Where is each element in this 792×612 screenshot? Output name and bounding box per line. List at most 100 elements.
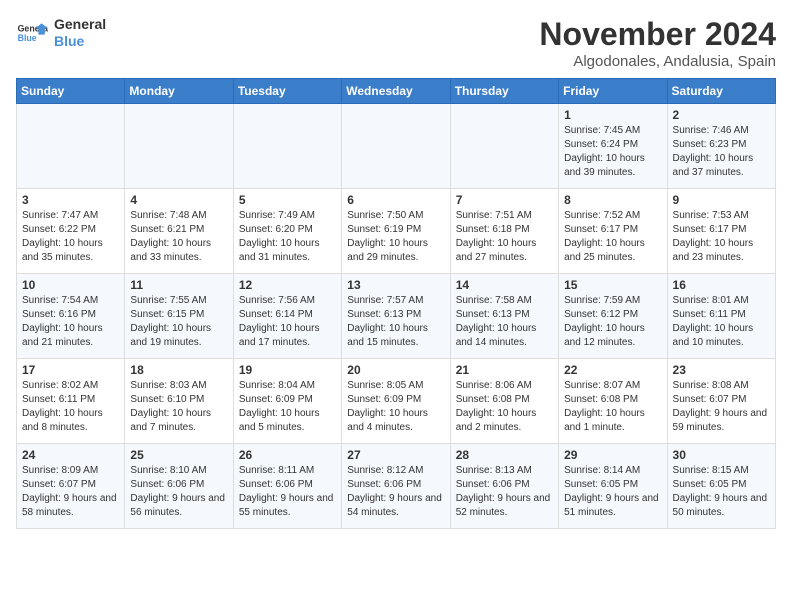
week-row-5: 24 Sunrise: 8:09 AM Sunset: 6:07 PM Dayli… bbox=[17, 444, 776, 529]
calendar-cell: 6 Sunrise: 7:50 AM Sunset: 6:19 PM Daylig… bbox=[342, 189, 450, 274]
calendar-cell: 10 Sunrise: 7:54 AM Sunset: 6:16 PM Dayli… bbox=[17, 274, 125, 359]
calendar-cell: 16Sunrise: 8:01 AM Sunset: 6:11 PM Dayli… bbox=[667, 274, 775, 359]
calendar-cell: 25 Sunrise: 8:10 AM Sunset: 6:06 PM Dayli… bbox=[125, 444, 233, 529]
day-info: Sunrise: 8:03 AM Sunset: 6:10 PM Dayligh… bbox=[130, 379, 227, 435]
day-number: 25 bbox=[130, 448, 227, 462]
day-info: Sunrise: 8:05 AM Sunset: 6:09 PM Dayligh… bbox=[347, 379, 444, 435]
day-info: Sunrise: 8:15 AM Sunset: 6:05 PM Dayligh… bbox=[673, 464, 770, 520]
day-number: 4 bbox=[130, 193, 227, 207]
day-info: Sunrise: 7:52 AM Sunset: 6:17 PM Dayligh… bbox=[564, 209, 661, 265]
title-block: November 2024 Algodonales, Andalusia, Sp… bbox=[539, 16, 776, 70]
day-info: Sunrise: 7:49 AM Sunset: 6:20 PM Dayligh… bbox=[239, 209, 336, 265]
calendar-cell: 9 Sunrise: 7:53 AM Sunset: 6:17 PM Daylig… bbox=[667, 189, 775, 274]
day-info: Sunrise: 7:59 AM Sunset: 6:12 PM Dayligh… bbox=[564, 294, 661, 350]
day-number: 2 bbox=[673, 108, 770, 122]
day-number: 13 bbox=[347, 278, 444, 292]
logo-blue: Blue bbox=[54, 33, 106, 50]
week-row-1: 1 Sunrise: 7:45 AM Sunset: 6:24 PM Daylig… bbox=[17, 104, 776, 189]
day-number: 23 bbox=[673, 363, 770, 377]
calendar-cell: 30Sunrise: 8:15 AM Sunset: 6:05 PM Dayli… bbox=[667, 444, 775, 529]
day-info: Sunrise: 7:50 AM Sunset: 6:19 PM Dayligh… bbox=[347, 209, 444, 265]
calendar-cell: 7Sunrise: 7:51 AM Sunset: 6:18 PM Daylig… bbox=[450, 189, 558, 274]
header-cell-wednesday: Wednesday bbox=[342, 79, 450, 104]
day-number: 9 bbox=[673, 193, 770, 207]
day-info: Sunrise: 8:06 AM Sunset: 6:08 PM Dayligh… bbox=[456, 379, 553, 435]
week-row-3: 10 Sunrise: 7:54 AM Sunset: 6:16 PM Dayli… bbox=[17, 274, 776, 359]
day-number: 12 bbox=[239, 278, 336, 292]
day-info: Sunrise: 7:56 AM Sunset: 6:14 PM Dayligh… bbox=[239, 294, 336, 350]
calendar-cell: 19 Sunrise: 8:04 AM Sunset: 6:09 PM Dayli… bbox=[233, 359, 341, 444]
day-info: Sunrise: 7:57 AM Sunset: 6:13 PM Dayligh… bbox=[347, 294, 444, 350]
day-info: Sunrise: 7:48 AM Sunset: 6:21 PM Dayligh… bbox=[130, 209, 227, 265]
page-header: General Blue General Blue November 2024 … bbox=[16, 16, 776, 70]
calendar-cell bbox=[125, 104, 233, 189]
calendar-cell: 27Sunrise: 8:12 AM Sunset: 6:06 PM Dayli… bbox=[342, 444, 450, 529]
day-info: Sunrise: 8:10 AM Sunset: 6:06 PM Dayligh… bbox=[130, 464, 227, 520]
calendar-cell: 12 Sunrise: 7:56 AM Sunset: 6:14 PM Dayli… bbox=[233, 274, 341, 359]
day-info: Sunrise: 8:09 AM Sunset: 6:07 PM Dayligh… bbox=[22, 464, 119, 520]
day-number: 20 bbox=[347, 363, 444, 377]
calendar-cell: 20 Sunrise: 8:05 AM Sunset: 6:09 PM Dayli… bbox=[342, 359, 450, 444]
day-number: 6 bbox=[347, 193, 444, 207]
calendar-cell: 4 Sunrise: 7:48 AM Sunset: 6:21 PM Daylig… bbox=[125, 189, 233, 274]
week-row-4: 17 Sunrise: 8:02 AM Sunset: 6:11 PM Dayli… bbox=[17, 359, 776, 444]
day-number: 29 bbox=[564, 448, 661, 462]
header-cell-friday: Friday bbox=[559, 79, 667, 104]
calendar-cell: 2 Sunrise: 7:46 AM Sunset: 6:23 PM Daylig… bbox=[667, 104, 775, 189]
day-info: Sunrise: 8:13 AM Sunset: 6:06 PM Dayligh… bbox=[456, 464, 553, 520]
calendar-cell: 24 Sunrise: 8:09 AM Sunset: 6:07 PM Dayli… bbox=[17, 444, 125, 529]
day-info: Sunrise: 8:14 AM Sunset: 6:05 PM Dayligh… bbox=[564, 464, 661, 520]
calendar-cell: 8 Sunrise: 7:52 AM Sunset: 6:17 PM Daylig… bbox=[559, 189, 667, 274]
header-row: SundayMondayTuesdayWednesdayThursdayFrid… bbox=[17, 79, 776, 104]
calendar-cell: 5 Sunrise: 7:49 AM Sunset: 6:20 PM Daylig… bbox=[233, 189, 341, 274]
calendar-cell: 18Sunrise: 8:03 AM Sunset: 6:10 PM Dayli… bbox=[125, 359, 233, 444]
calendar-cell: 22 Sunrise: 8:07 AM Sunset: 6:08 PM Dayli… bbox=[559, 359, 667, 444]
header-cell-sunday: Sunday bbox=[17, 79, 125, 104]
day-number: 19 bbox=[239, 363, 336, 377]
day-number: 22 bbox=[564, 363, 661, 377]
calendar-cell: 29 Sunrise: 8:14 AM Sunset: 6:05 PM Dayli… bbox=[559, 444, 667, 529]
day-info: Sunrise: 8:04 AM Sunset: 6:09 PM Dayligh… bbox=[239, 379, 336, 435]
calendar-cell: 13 Sunrise: 7:57 AM Sunset: 6:13 PM Dayli… bbox=[342, 274, 450, 359]
logo-icon: General Blue bbox=[16, 17, 48, 49]
day-number: 11 bbox=[130, 278, 227, 292]
day-number: 24 bbox=[22, 448, 119, 462]
day-info: Sunrise: 7:45 AM Sunset: 6:24 PM Dayligh… bbox=[564, 124, 661, 180]
day-number: 17 bbox=[22, 363, 119, 377]
day-number: 8 bbox=[564, 193, 661, 207]
calendar-cell bbox=[233, 104, 341, 189]
day-info: Sunrise: 7:46 AM Sunset: 6:23 PM Dayligh… bbox=[673, 124, 770, 180]
day-info: Sunrise: 8:01 AM Sunset: 6:11 PM Dayligh… bbox=[673, 294, 770, 350]
week-row-2: 3Sunrise: 7:47 AM Sunset: 6:22 PM Daylig… bbox=[17, 189, 776, 274]
day-number: 5 bbox=[239, 193, 336, 207]
day-info: Sunrise: 8:02 AM Sunset: 6:11 PM Dayligh… bbox=[22, 379, 119, 435]
calendar-cell: 14 Sunrise: 7:58 AM Sunset: 6:13 PM Dayli… bbox=[450, 274, 558, 359]
day-info: Sunrise: 7:54 AM Sunset: 6:16 PM Dayligh… bbox=[22, 294, 119, 350]
header-cell-saturday: Saturday bbox=[667, 79, 775, 104]
calendar-cell: 23Sunrise: 8:08 AM Sunset: 6:07 PM Dayli… bbox=[667, 359, 775, 444]
day-info: Sunrise: 7:47 AM Sunset: 6:22 PM Dayligh… bbox=[22, 209, 119, 265]
day-info: Sunrise: 7:55 AM Sunset: 6:15 PM Dayligh… bbox=[130, 294, 227, 350]
day-number: 21 bbox=[456, 363, 553, 377]
calendar-cell: 11 Sunrise: 7:55 AM Sunset: 6:15 PM Dayli… bbox=[125, 274, 233, 359]
day-number: 1 bbox=[564, 108, 661, 122]
calendar-header: SundayMondayTuesdayWednesdayThursdayFrid… bbox=[17, 79, 776, 104]
day-info: Sunrise: 7:58 AM Sunset: 6:13 PM Dayligh… bbox=[456, 294, 553, 350]
day-number: 27 bbox=[347, 448, 444, 462]
header-cell-thursday: Thursday bbox=[450, 79, 558, 104]
calendar-cell: 17 Sunrise: 8:02 AM Sunset: 6:11 PM Dayli… bbox=[17, 359, 125, 444]
logo: General Blue General Blue bbox=[16, 16, 106, 50]
calendar-cell: 3Sunrise: 7:47 AM Sunset: 6:22 PM Daylig… bbox=[17, 189, 125, 274]
calendar-cell: 26Sunrise: 8:11 AM Sunset: 6:06 PM Dayli… bbox=[233, 444, 341, 529]
location: Algodonales, Andalusia, Spain bbox=[539, 53, 776, 70]
svg-text:Blue: Blue bbox=[18, 33, 37, 43]
calendar-cell: 21 Sunrise: 8:06 AM Sunset: 6:08 PM Dayli… bbox=[450, 359, 558, 444]
day-number: 10 bbox=[22, 278, 119, 292]
calendar-cell: 28Sunrise: 8:13 AM Sunset: 6:06 PM Dayli… bbox=[450, 444, 558, 529]
calendar-cell: 15Sunrise: 7:59 AM Sunset: 6:12 PM Dayli… bbox=[559, 274, 667, 359]
day-info: Sunrise: 8:07 AM Sunset: 6:08 PM Dayligh… bbox=[564, 379, 661, 435]
logo-general: General bbox=[54, 16, 106, 33]
day-info: Sunrise: 7:53 AM Sunset: 6:17 PM Dayligh… bbox=[673, 209, 770, 265]
month-title: November 2024 bbox=[539, 16, 776, 53]
day-number: 14 bbox=[456, 278, 553, 292]
